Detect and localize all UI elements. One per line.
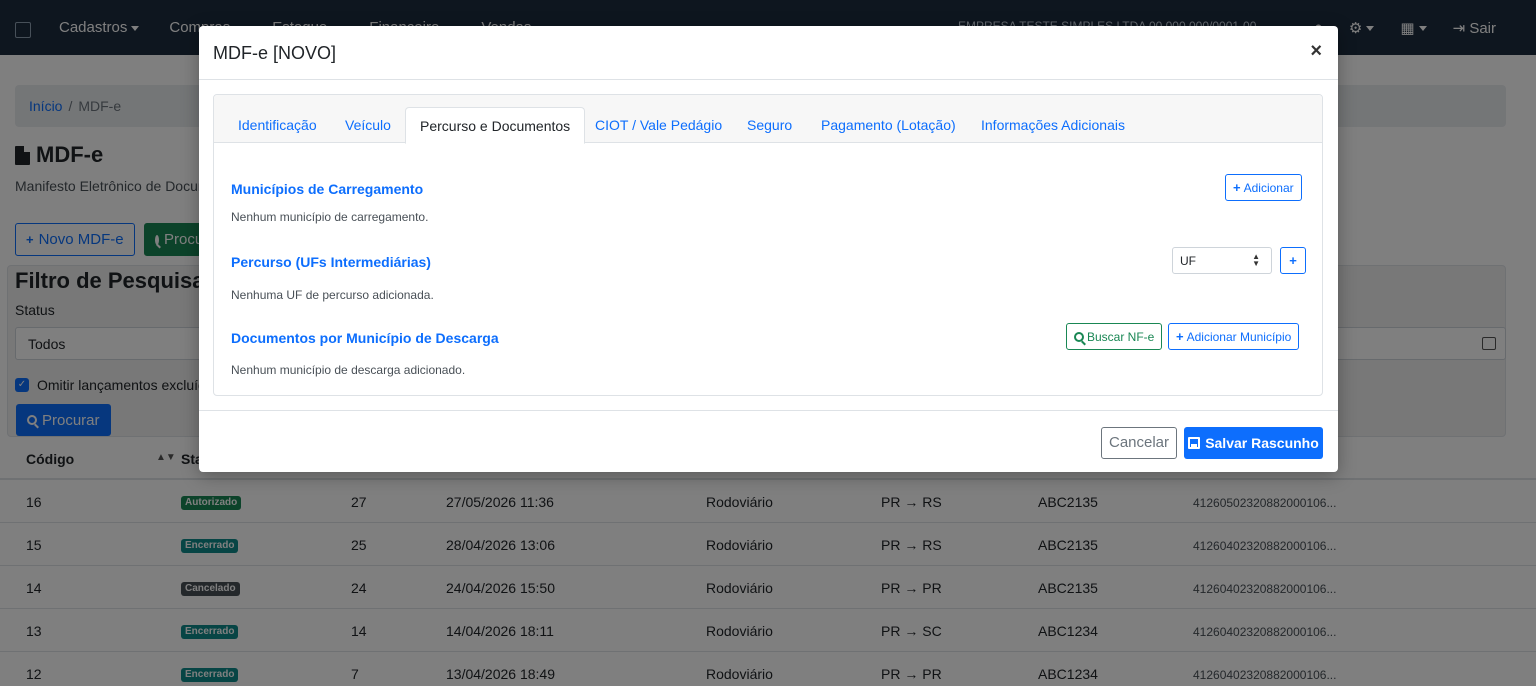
tab-seguro[interactable]: Seguro [733, 107, 806, 143]
descarga-title: Documentos por Município de Descarga [231, 330, 499, 346]
tab-informacoes-adicionais[interactable]: Informações Adicionais [967, 107, 1139, 143]
plus-icon: + [1233, 180, 1241, 195]
carregamento-title: Municípios de Carregamento [231, 181, 424, 197]
add-carregamento-button[interactable]: + Adicionar [1225, 174, 1302, 201]
select-arrows-icon: ▲ ▼ [1252, 252, 1260, 268]
modal-header: MDF-e [NOVO] × [199, 26, 1338, 80]
carregamento-empty: Nenhum município de carregamento. [231, 210, 429, 224]
tab-identificacao[interactable]: Identificação [224, 107, 331, 143]
plus-icon: + [1176, 329, 1184, 344]
add-municipio-button[interactable]: + Adicionar Município [1168, 323, 1300, 350]
descarga-empty: Nenhum município de descarga adicionado. [231, 363, 466, 377]
uf-select[interactable]: UF ▲ ▼ [1172, 247, 1272, 274]
tab-veiculo[interactable]: Veículo [331, 107, 405, 143]
search-icon [1074, 331, 1084, 342]
tab-pagamento[interactable]: Pagamento (Lotação) [807, 107, 970, 143]
tab-percurso-documentos[interactable]: Percurso e Documentos [405, 107, 586, 144]
mdfe-modal: MDF-e [NOVO] × Identificação Veículo Per… [199, 26, 1338, 472]
modal-footer: Cancelar Salvar Rascunho [199, 410, 1338, 472]
percurso-empty: Nenhuma UF de percurso adicionada. [231, 288, 434, 302]
save-draft-button[interactable]: Salvar Rascunho [1184, 427, 1323, 459]
tab-bar: Identificação Veículo Percurso e Documen… [214, 95, 1322, 144]
modal-title: MDF-e [NOVO] [213, 43, 337, 63]
cancel-button[interactable]: Cancelar [1101, 427, 1177, 459]
modal-card: Identificação Veículo Percurso e Documen… [213, 94, 1323, 396]
buscar-nfe-button[interactable]: Buscar NF-e [1066, 323, 1163, 350]
plus-icon: + [1289, 253, 1297, 268]
add-uf-button[interactable]: + [1280, 247, 1306, 274]
percurso-title: Percurso (UFs Intermediárias) [231, 254, 431, 270]
tab-ciot-vale-pedagio[interactable]: CIOT / Vale Pedágio [581, 107, 736, 143]
close-icon[interactable]: × [1310, 40, 1322, 63]
save-icon [1188, 437, 1201, 449]
